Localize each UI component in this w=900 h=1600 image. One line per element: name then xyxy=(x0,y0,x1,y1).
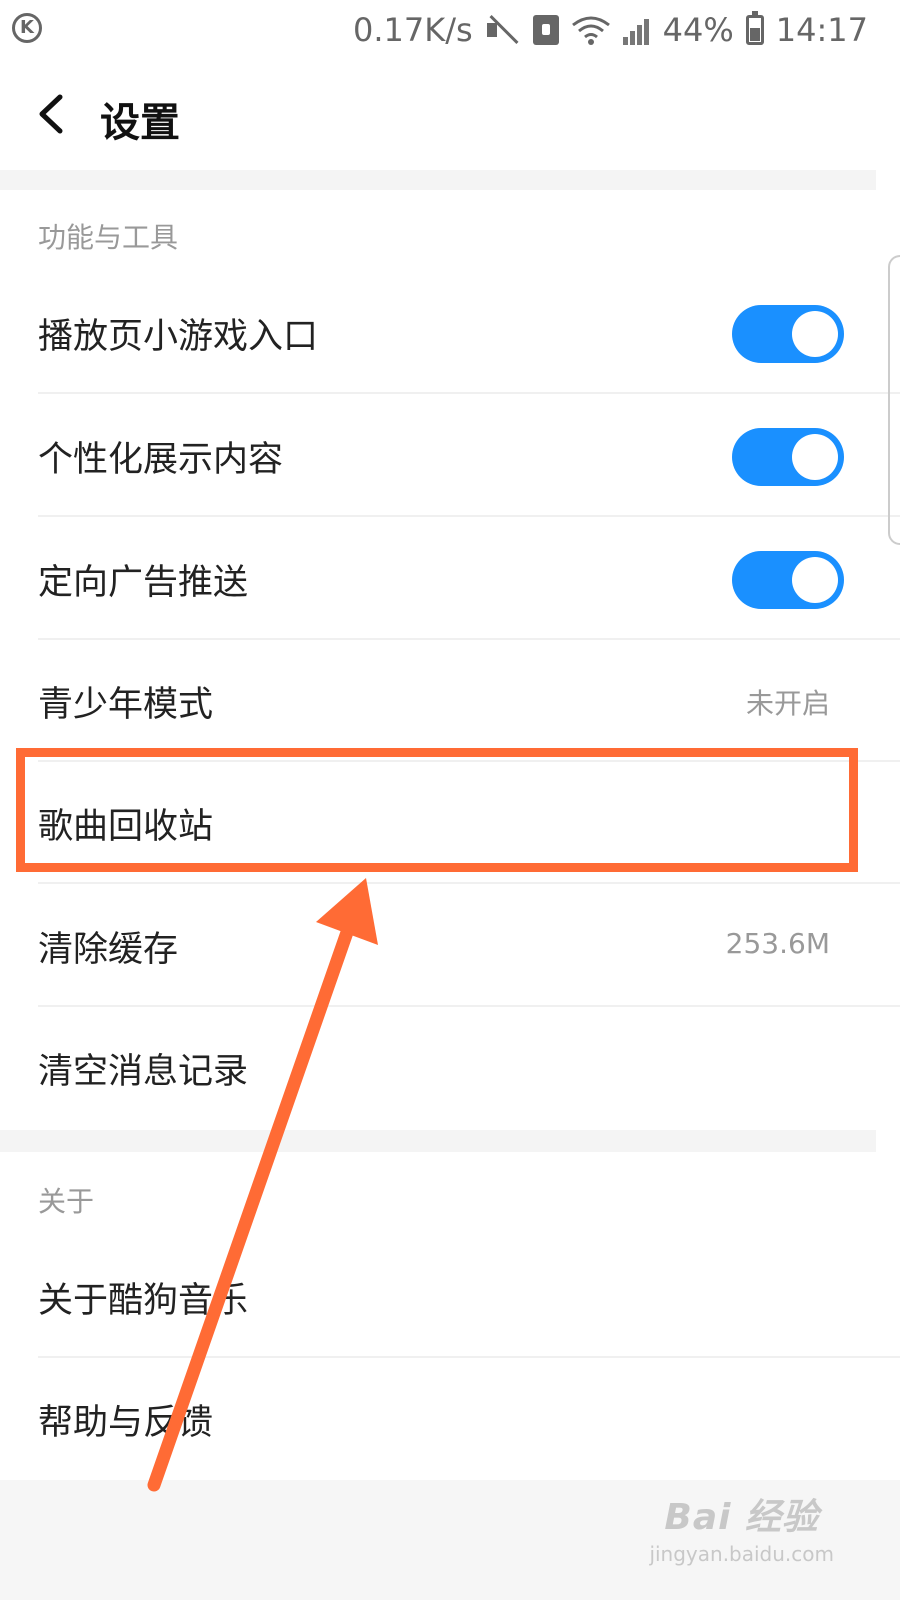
setting-row-about-kugou[interactable]: 关于酷狗音乐 xyxy=(0,1236,900,1358)
kugou-notification-icon: K xyxy=(12,13,42,43)
edge-panel-handle[interactable] xyxy=(888,255,900,545)
setting-row-teen-mode[interactable]: 青少年模式 未开启 xyxy=(0,640,900,762)
targeted-ads-toggle[interactable] xyxy=(732,551,844,609)
signal-icon xyxy=(622,15,651,45)
setting-row-help-feedback[interactable]: 帮助与反馈 xyxy=(0,1358,900,1480)
clock: 14:17 xyxy=(775,11,868,49)
setting-row-personalized[interactable]: 个性化展示内容 xyxy=(0,395,900,517)
page-title: 设置 xyxy=(100,100,180,146)
setting-row-clear-cache[interactable]: 清除缓存 253.6M xyxy=(0,885,900,1007)
setting-label: 关于酷狗音乐 xyxy=(38,1281,249,1321)
setting-label: 播放页小游戏入口 xyxy=(38,317,319,357)
setting-label: 清除缓存 xyxy=(38,930,179,970)
wifi-icon xyxy=(571,16,610,45)
teen-mode-status: 未开启 xyxy=(745,687,830,720)
personalized-toggle[interactable] xyxy=(732,428,844,486)
setting-row-targeted-ads[interactable]: 定向广告推送 xyxy=(0,518,900,640)
section-gap xyxy=(0,1130,876,1152)
watermark-logo: Bai 经验 xyxy=(664,1497,820,1538)
setting-label: 清空消息记录 xyxy=(38,1052,249,1092)
watermark-url: jingyan.baidu.com xyxy=(649,1542,834,1566)
section-gap xyxy=(0,170,876,190)
cache-size: 253.6M xyxy=(725,927,830,960)
status-bar: K 0.17K/s 44% 14:17 xyxy=(0,0,900,62)
battery-percent: 44% xyxy=(662,11,734,49)
section-title-tools: 功能与工具 xyxy=(38,221,179,254)
watermark: Bai 经验 jingyan.baidu.com xyxy=(649,1488,834,1566)
battery-icon xyxy=(745,11,764,45)
back-arrow-icon[interactable] xyxy=(36,94,66,134)
setting-label: 青少年模式 xyxy=(38,685,214,725)
header: 设置 xyxy=(0,62,900,170)
setting-row-game-entry[interactable]: 播放页小游戏入口 xyxy=(0,272,900,394)
game-entry-toggle[interactable] xyxy=(732,305,844,363)
network-speed: 0.17K/s xyxy=(352,11,473,49)
setting-label: 帮助与反馈 xyxy=(38,1403,214,1443)
setting-label: 定向广告推送 xyxy=(38,563,249,603)
mute-icon xyxy=(485,15,521,45)
section-title-about: 关于 xyxy=(38,1185,95,1218)
lock-icon xyxy=(532,15,559,45)
annotation-highlight-box xyxy=(16,748,858,872)
setting-label: 个性化展示内容 xyxy=(38,440,284,480)
setting-row-clear-messages[interactable]: 清空消息记录 xyxy=(0,1007,900,1129)
